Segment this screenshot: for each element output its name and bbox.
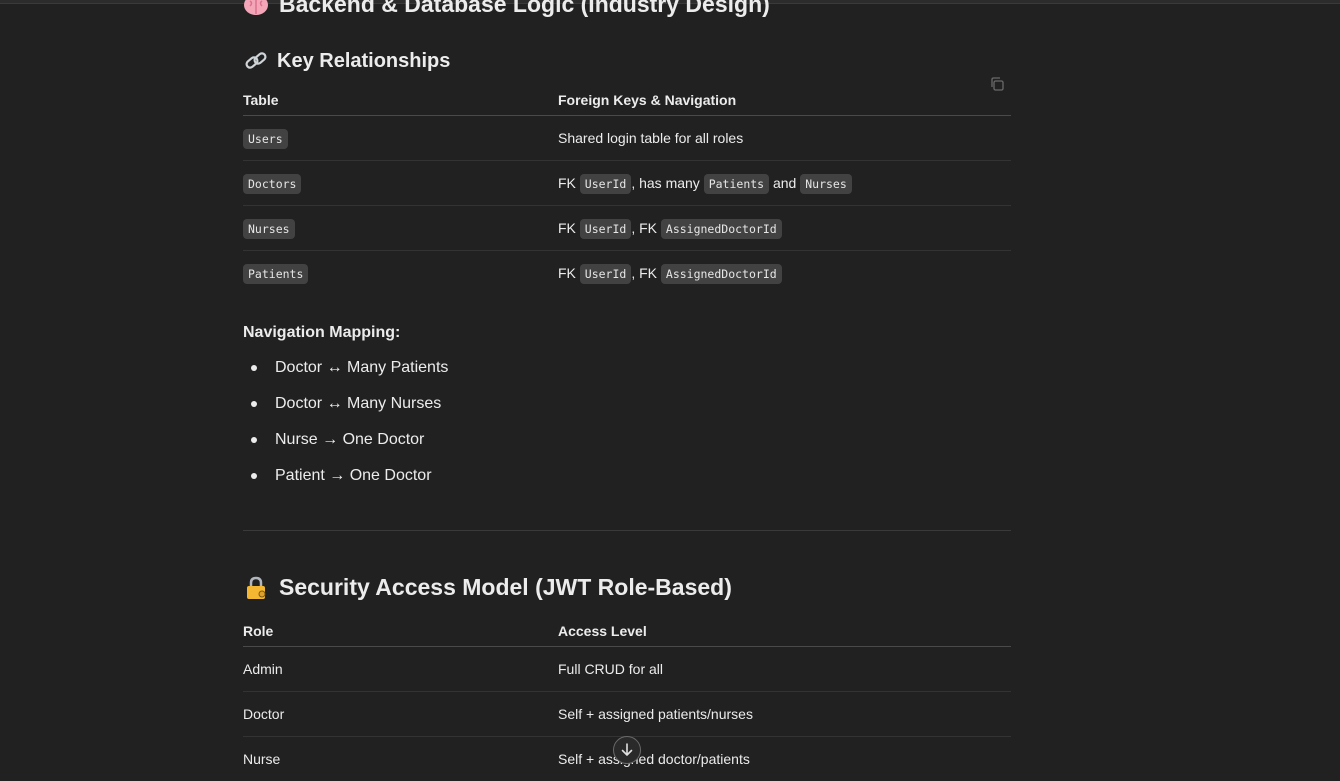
section-heading-security: Security Access Model (JWT Role-Based) <box>243 574 732 601</box>
role-cell: Admin <box>243 647 558 692</box>
subheading-key-relationships: Key Relationships <box>243 48 450 74</box>
row-desc: FK UserId, FK AssignedDoctorId <box>558 251 1011 296</box>
relationships-table: Table Foreign Keys & Navigation Users Sh… <box>243 84 1011 295</box>
code-users: Users <box>243 129 288 149</box>
code-patients: Patients <box>704 174 769 194</box>
column-header-foreign-keys: Foreign Keys & Navigation <box>558 84 1011 116</box>
row-desc: FK UserId, FK AssignedDoctorId <box>558 206 1011 251</box>
access-cell: Full CRUD for all <box>558 647 1011 692</box>
access-cell: Self + assigned patients/nurses <box>558 692 1011 737</box>
list-item: Patient → One Doctor <box>243 458 448 494</box>
copy-icon[interactable] <box>989 76 1005 92</box>
row-desc: Shared login table for all roles <box>558 116 1011 161</box>
table-header-row: Role Access Level <box>243 615 1011 647</box>
list-item: Nurse → One Doctor <box>243 422 448 458</box>
scroll-to-bottom-button[interactable] <box>613 736 641 764</box>
column-header-role: Role <box>243 615 558 647</box>
navigation-list: Doctor ↔ Many Patients Doctor ↔ Many Nur… <box>243 350 448 494</box>
code-assigneddoctorid: AssignedDoctorId <box>661 264 782 284</box>
table-row: Patients FK UserId, FK AssignedDoctorId <box>243 251 1011 296</box>
brain-icon <box>243 0 269 18</box>
section-divider <box>243 530 1011 531</box>
column-header-table: Table <box>243 84 558 116</box>
code-patients: Patients <box>243 264 308 284</box>
section-heading-backend: Backend & Database Logic (Industry Desig… <box>243 0 770 18</box>
arrow-down-icon <box>620 743 634 757</box>
table-row: Doctors FK UserId, has many Patients and… <box>243 161 1011 206</box>
row-desc: FK UserId, has many Patients and Nurses <box>558 161 1011 206</box>
list-item: Doctor ↔ Many Nurses <box>243 386 448 422</box>
role-cell: Nurse <box>243 737 558 781</box>
list-item: Doctor ↔ Many Patients <box>243 350 448 386</box>
code-userid: UserId <box>580 264 632 284</box>
role-cell: Doctor <box>243 692 558 737</box>
navigation-mapping-heading: Navigation Mapping: <box>243 324 400 342</box>
code-userid: UserId <box>580 174 632 194</box>
code-assigneddoctorid: AssignedDoctorId <box>661 219 782 239</box>
link-icon <box>243 48 269 74</box>
table-row: Users Shared login table for all roles <box>243 116 1011 161</box>
table-row: Nurses FK UserId, FK AssignedDoctorId <box>243 206 1011 251</box>
code-doctors: Doctors <box>243 174 301 194</box>
code-nurses: Nurses <box>800 174 852 194</box>
table-header-row: Table Foreign Keys & Navigation <box>243 84 1011 116</box>
table-row: Doctor Self + assigned patients/nurses <box>243 692 1011 737</box>
code-userid: UserId <box>580 219 632 239</box>
column-header-access-level: Access Level <box>558 615 1011 647</box>
locked-with-key-icon <box>243 575 269 601</box>
code-nurses: Nurses <box>243 219 295 239</box>
table-row: Admin Full CRUD for all <box>243 647 1011 692</box>
